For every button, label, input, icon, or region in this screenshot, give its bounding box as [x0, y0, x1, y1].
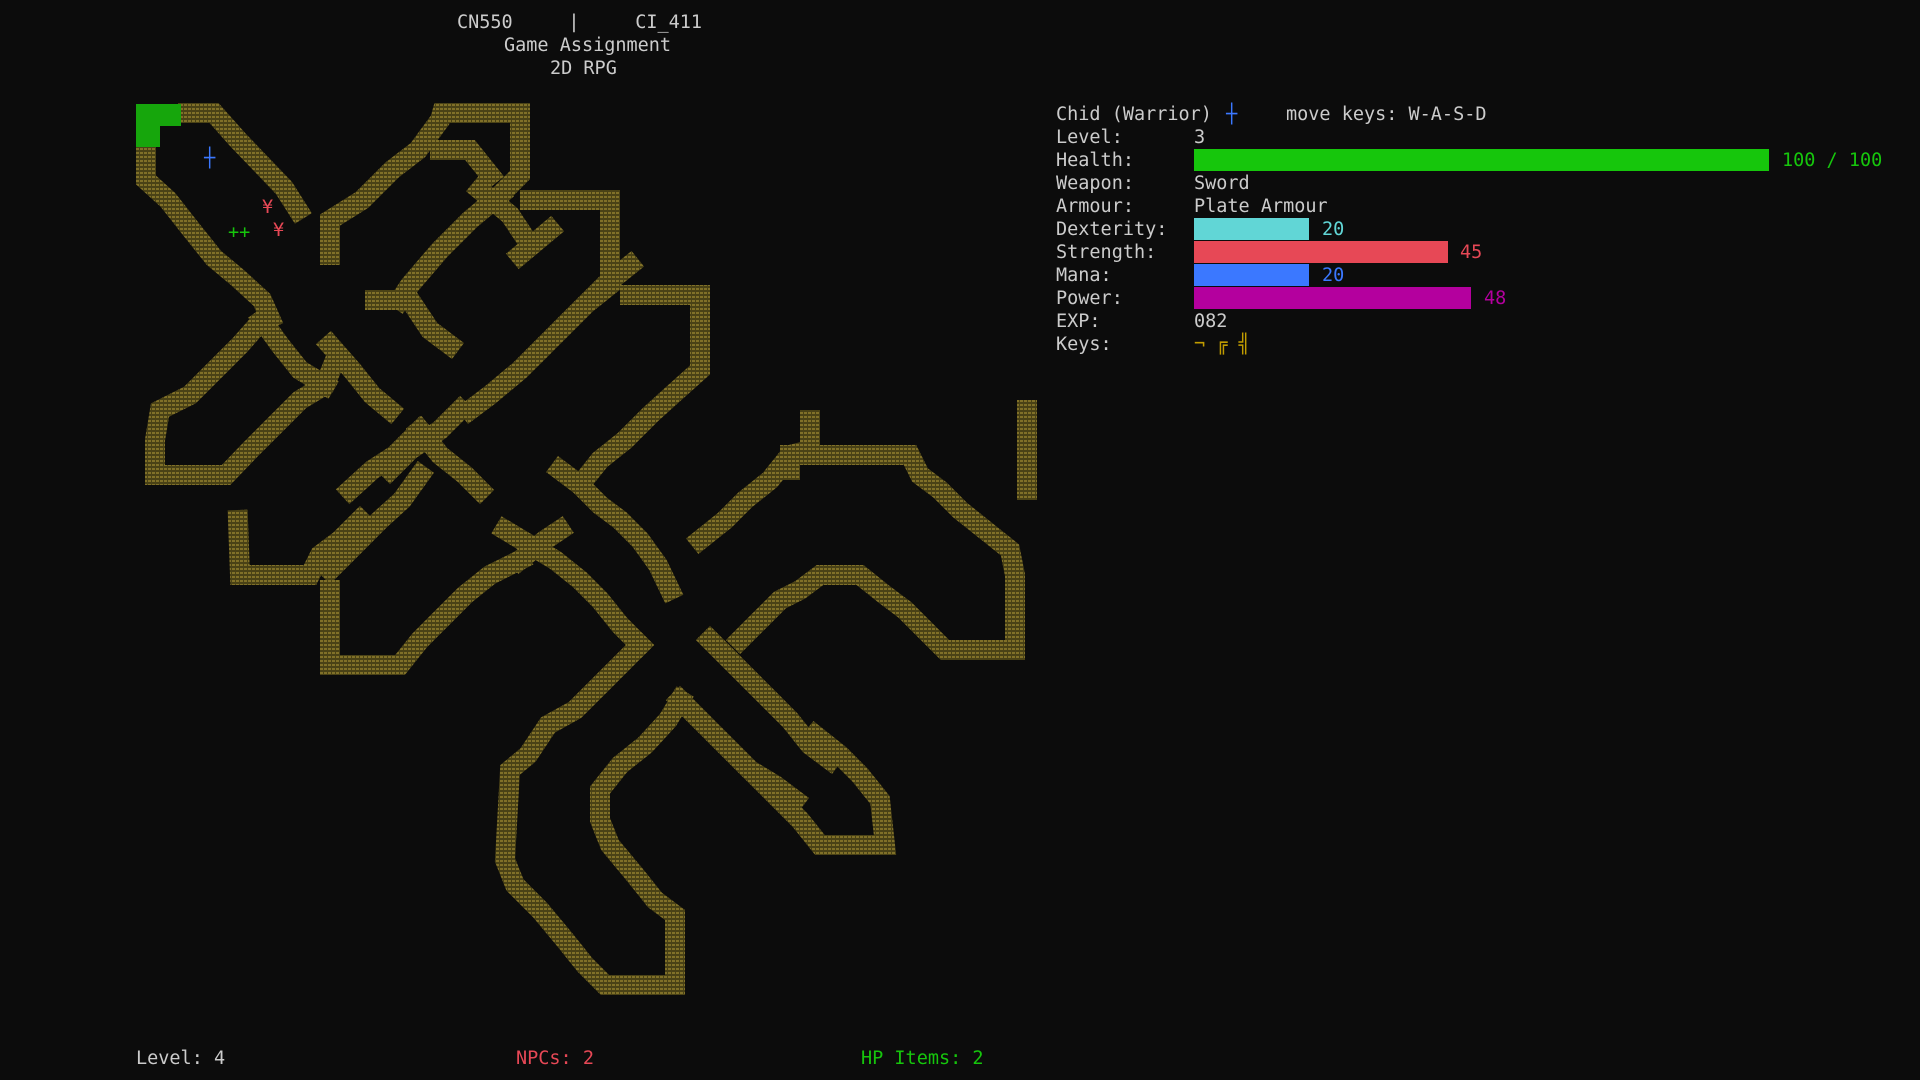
dexterity-bar: [1194, 218, 1309, 240]
mana-label: Mana:: [1056, 265, 1112, 286]
wall-segment: [320, 546, 534, 675]
strength-label: Strength:: [1056, 242, 1157, 263]
wall-segment: [430, 140, 505, 190]
wall-segment: [494, 630, 694, 995]
keys-icon: ¬ ╔ ╣: [1194, 334, 1250, 355]
wall-segment: [725, 445, 1025, 660]
wall-segment: [248, 306, 339, 399]
power-bar: [1194, 287, 1471, 309]
power-label: Power:: [1056, 288, 1123, 309]
npc-icon: ¥: [273, 220, 285, 241]
wall-segment: [365, 290, 464, 359]
wall-segment: [456, 335, 555, 424]
level-label: Level:: [1056, 127, 1123, 148]
footer-level: Level: 4: [136, 1048, 226, 1069]
wall-segment: [491, 516, 655, 660]
start-zone-notch: [160, 126, 181, 147]
exp-value: 082: [1194, 311, 1228, 332]
wall-segment: [145, 305, 348, 485]
wall-segment: [136, 145, 284, 332]
footer-hp-items: HP Items: 2: [861, 1048, 984, 1069]
keys-label: Keys:: [1056, 334, 1112, 355]
weapon-label: Weapon:: [1056, 173, 1134, 194]
wall-segment: [315, 330, 405, 425]
mana-value: 20: [1322, 265, 1345, 286]
health-value: 100 / 100: [1782, 150, 1883, 171]
player-name: Chid (Warrior): [1056, 104, 1212, 125]
mana-bar: [1194, 264, 1309, 286]
wall-segment: [545, 250, 645, 345]
player-icon: ┼: [204, 148, 216, 169]
hp-item-icon: ++: [228, 222, 251, 243]
footer-npc-count: NPCs: 2: [516, 1048, 594, 1069]
maze-walls: [136, 103, 1037, 995]
health-label: Health:: [1056, 150, 1134, 171]
weapon-value: Sword: [1194, 173, 1250, 194]
dexterity-value: 20: [1322, 219, 1345, 240]
player-glyph-icon: ┼: [1226, 104, 1238, 125]
power-value: 48: [1484, 288, 1507, 309]
wall-segment: [386, 180, 515, 314]
strength-bar: [1194, 241, 1448, 263]
exp-label: EXP:: [1056, 311, 1101, 332]
level-value: 3: [1194, 127, 1206, 148]
wall-segment: [665, 685, 715, 735]
armour-value: Plate Armour: [1194, 196, 1328, 217]
armour-label: Armour:: [1056, 196, 1134, 217]
move-keys-hint: move keys: W-A-S-D: [1286, 104, 1487, 125]
strength-value: 45: [1460, 242, 1483, 263]
wall-segment: [565, 285, 710, 500]
health-bar: [1194, 149, 1769, 171]
npc-icon: ¥: [262, 197, 274, 218]
dexterity-label: Dexterity:: [1056, 219, 1168, 240]
